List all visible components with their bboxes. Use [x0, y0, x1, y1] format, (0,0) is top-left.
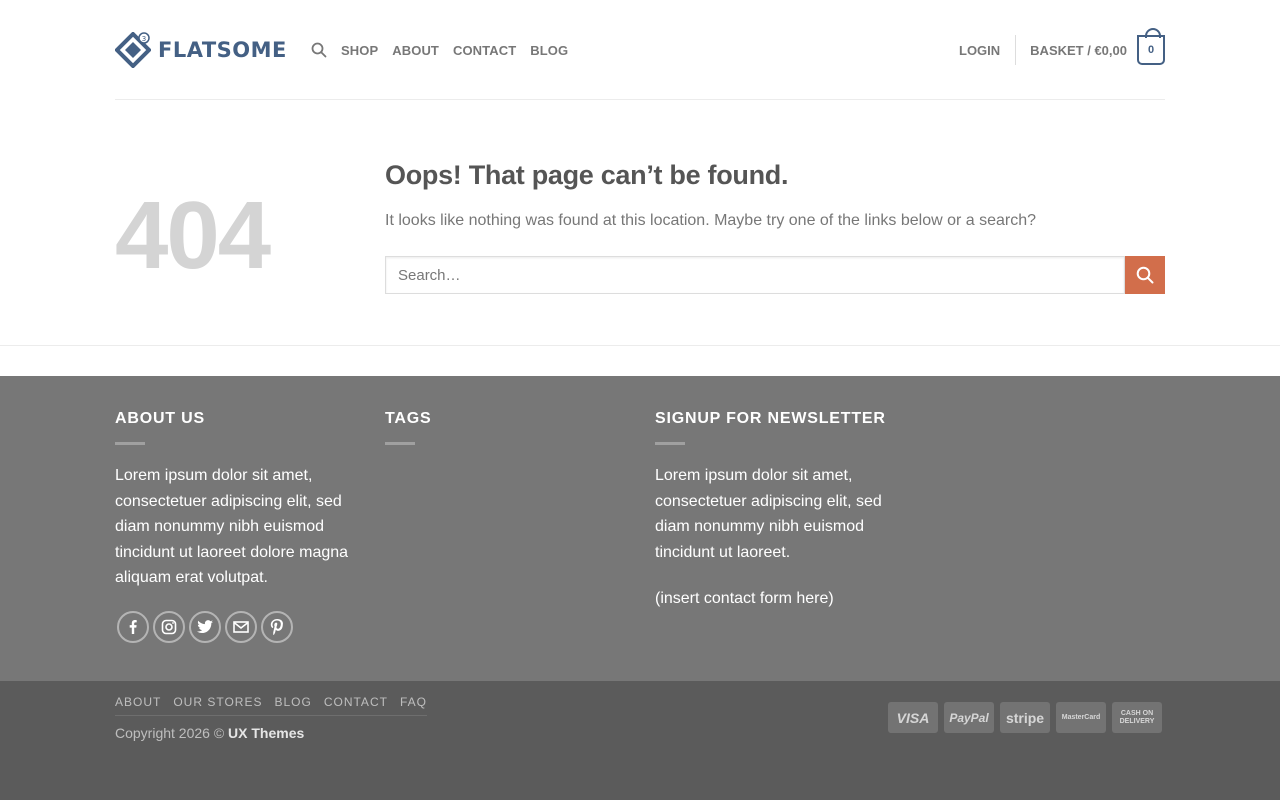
cart-icon[interactable]: 0 — [1137, 28, 1165, 65]
flatsome-logo-icon: 3 — [115, 32, 151, 68]
stripe-icon: stripe — [1000, 702, 1050, 733]
copyright-brand-link[interactable]: UX Themes — [228, 725, 304, 741]
pinterest-icon[interactable] — [261, 611, 293, 643]
about-heading: About us — [115, 410, 205, 427]
copyright: Copyright 2026 © UX Themes — [115, 725, 304, 741]
search-input[interactable] — [385, 256, 1125, 294]
site-logo[interactable]: 3 FLATSOME — [115, 32, 287, 68]
search-form — [385, 256, 1165, 294]
error-section: 404 Oops! That page can’t be found. It l… — [0, 100, 1280, 346]
header-bar: 3 FLATSOME Shop About Contact Blog LOGIN… — [115, 0, 1165, 100]
error-code: 404 — [115, 182, 271, 289]
absolute-footer: About Our Stores Blog Contact FAQ Copyri… — [0, 681, 1280, 800]
tags-heading: Tags — [385, 410, 432, 427]
heading-divider — [385, 442, 415, 445]
instagram-icon[interactable] — [153, 611, 185, 643]
newsletter-text: Lorem ipsum dolor sit amet, consectetuer… — [655, 467, 882, 561]
footer-link-blog[interactable]: Blog — [274, 695, 311, 709]
cart-count: 0 — [1147, 44, 1155, 56]
footer-tags-widget: Tags — [385, 410, 625, 463]
email-icon[interactable] — [225, 611, 257, 643]
cash-on-delivery-icon: CASH ON DELIVERY — [1112, 702, 1162, 733]
nav-item-about[interactable]: About — [392, 43, 439, 58]
search-icon[interactable] — [311, 42, 327, 58]
mastercard-icon: MasterCard — [1056, 702, 1106, 733]
footer-link-about[interactable]: About — [115, 695, 161, 709]
search-submit-button[interactable] — [1125, 256, 1165, 294]
nav-item-shop[interactable]: Shop — [341, 43, 378, 58]
payment-icons: VISA PayPal stripe MasterCard CASH ON DE… — [888, 702, 1168, 733]
svg-text:3: 3 — [142, 35, 146, 43]
header-divider — [1015, 35, 1017, 65]
footer-widgets: About us Lorem ipsum dolor sit amet, con… — [0, 376, 1280, 681]
about-text: Lorem ipsum dolor sit amet, consectetuer… — [115, 467, 349, 586]
page-title: Oops! That page can’t be found. — [385, 160, 789, 190]
login-link[interactable]: LOGIN — [959, 43, 1015, 58]
footer-nav: About Our Stores Blog Contact FAQ — [115, 695, 427, 716]
nav-item-contact[interactable]: Contact — [453, 43, 516, 58]
footer-link-faq[interactable]: FAQ — [400, 695, 427, 709]
nav-item-blog[interactable]: Blog — [530, 43, 568, 58]
basket-link[interactable]: BASKET / €0,00 — [1030, 43, 1127, 58]
contact-form-placeholder: (insert contact form here) — [655, 590, 834, 607]
copyright-prefix: Copyright 2026 © — [115, 725, 225, 741]
footer-link-our-stores[interactable]: Our Stores — [173, 695, 262, 709]
footer-about-widget: About us Lorem ipsum dolor sit amet, con… — [115, 410, 355, 591]
header-actions: LOGIN BASKET / €0,00 0 — [959, 28, 1165, 66]
visa-icon: VISA — [888, 702, 938, 733]
error-message: It looks like nothing was found at this … — [385, 212, 1037, 229]
twitter-icon[interactable] — [189, 611, 221, 643]
logo-text: FLATSOME — [158, 38, 287, 62]
paypal-icon: PayPal — [944, 702, 994, 733]
footer-newsletter-widget: Signup for newsletter Lorem ipsum dolor … — [655, 410, 895, 612]
heading-divider — [115, 442, 145, 445]
footer-link-contact[interactable]: Contact — [324, 695, 388, 709]
search-icon — [1136, 266, 1154, 284]
newsletter-heading: Signup for newsletter — [655, 410, 886, 427]
site-header: 3 FLATSOME Shop About Contact Blog LOGIN… — [0, 0, 1280, 100]
heading-divider — [655, 442, 685, 445]
social-icons — [117, 611, 297, 643]
main-nav: Shop About Contact Blog — [311, 38, 582, 62]
facebook-icon[interactable] — [117, 611, 149, 643]
